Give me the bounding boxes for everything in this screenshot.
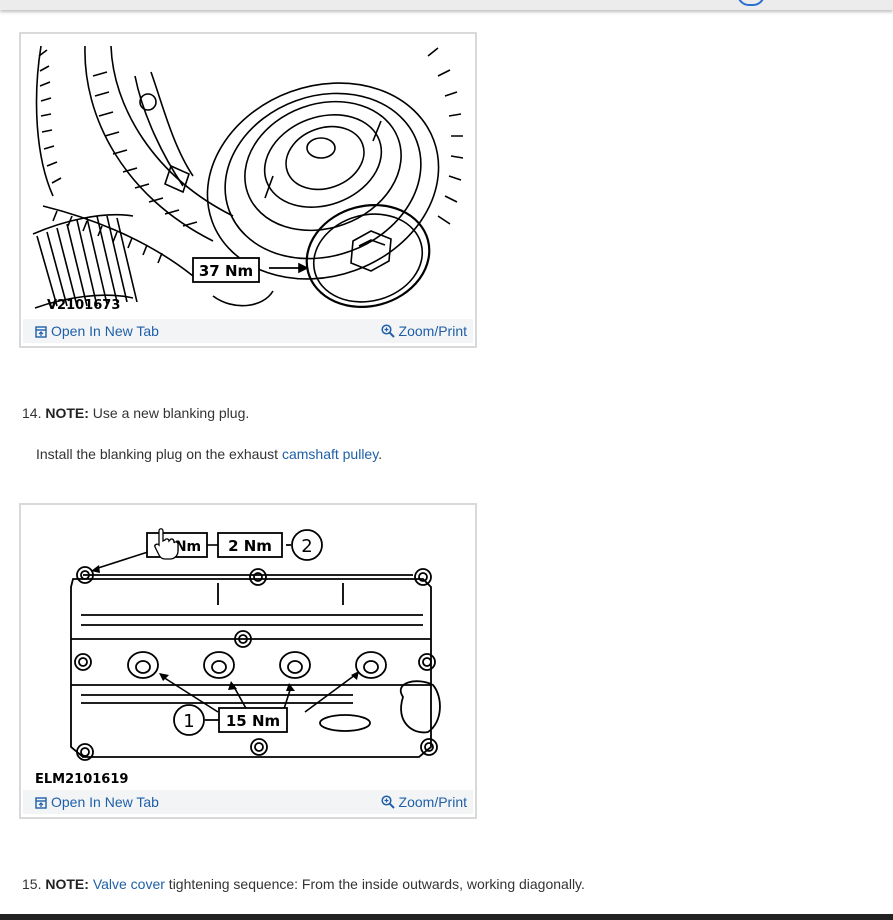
figure-toolbar: Open In New Tab Zoom/Print (23, 790, 473, 814)
zoom-print-link[interactable]: Zoom/Print (380, 323, 467, 339)
note-text: tightening sequence: From the inside out… (164, 876, 585, 892)
camshaft-pulley-link[interactable]: camshaft pulley (282, 446, 378, 462)
open-in-new-tab-link[interactable]: Open In New Tab (35, 323, 159, 339)
step-15-note: 15. NOTE: Valve cover tightening sequenc… (22, 876, 585, 892)
step-marker-1: 1 (183, 711, 194, 732)
torque-callout-stage-2: 2 Nm (228, 537, 272, 555)
open-in-new-tab-link[interactable]: Open In New Tab (35, 794, 159, 810)
bottom-bar (0, 914, 893, 920)
torque-callout: 37 Nm (199, 262, 253, 280)
valve-cover-drawing: Nm 2 Nm 2 1 15 Nm ELM2101619 (35, 528, 441, 787)
diagram-image: 37 Nm V2101673 (23, 36, 473, 318)
note-text: Use a new blanking plug. (88, 405, 250, 421)
figure-code: ELM2101619 (35, 772, 128, 787)
instruction-suffix: . (378, 446, 383, 462)
torque-callout-stage-1: 15 Nm (226, 712, 280, 730)
open-in-new-tab-label: Open In New Tab (51, 794, 159, 810)
note-label: NOTE: (45, 876, 89, 892)
step-14-note: 14. NOTE: Use a new blanking plug. (22, 405, 249, 421)
figure-toolbar: Open In New Tab Zoom/Print (23, 319, 473, 343)
valve-cover-link[interactable]: Valve cover (93, 876, 165, 892)
step-14-instruction: Install the blanking plug on the exhaust… (36, 446, 382, 462)
magnifier-plus-icon (380, 324, 395, 338)
camshaft-pulley-drawing: 37 Nm V2101673 (32, 45, 464, 313)
step-marker-2: 2 (301, 536, 312, 557)
zoom-print-link[interactable]: Zoom/Print (380, 794, 467, 810)
torque-callout-partial: Nm (175, 539, 201, 555)
step-number: 15. (22, 876, 42, 892)
figure-code: V2101673 (47, 298, 120, 313)
step-number: 14. (22, 405, 42, 421)
diagram-image: Nm 2 Nm 2 1 15 Nm ELM2101619 (23, 507, 473, 789)
profile-icon[interactable] (737, 0, 765, 6)
open-new-tab-icon (35, 797, 47, 809)
open-new-tab-icon (35, 326, 47, 338)
note-label: NOTE: (45, 405, 89, 421)
zoom-print-label: Zoom/Print (398, 794, 467, 810)
magnifier-plus-icon (380, 795, 395, 809)
figure-valve-cover: Nm 2 Nm 2 1 15 Nm ELM2101619 Open In New… (19, 503, 477, 819)
instruction-text: Install the blanking plug on the exhaust (36, 446, 282, 462)
zoom-print-label: Zoom/Print (398, 323, 467, 339)
top-toolbar (0, 0, 893, 10)
open-in-new-tab-label: Open In New Tab (51, 323, 159, 339)
figure-camshaft-pulley: 37 Nm V2101673 Open In New Tab Zoom/Prin… (19, 32, 477, 348)
